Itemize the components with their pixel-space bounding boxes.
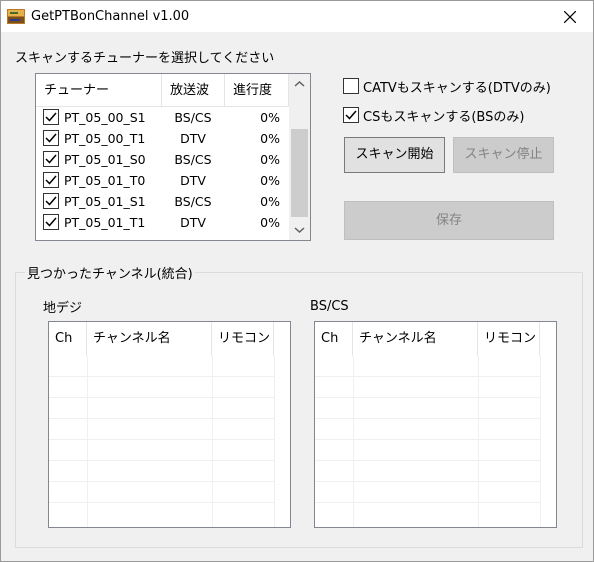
close-button[interactable]	[547, 1, 593, 32]
scroll-thumb[interactable]	[291, 129, 308, 217]
scroll-up-button[interactable]	[289, 74, 310, 95]
tuner-list[interactable]: チューナー 放送波 進行度 PT_05_00_S1 BS/CS 0% PT_05…	[35, 73, 311, 241]
tuner-name: PT_05_01_T1	[64, 215, 146, 230]
tuner-row[interactable]: PT_05_00_T1 DTV 0%	[36, 128, 289, 149]
grid-row-line	[315, 460, 540, 461]
grid-row-line	[315, 481, 540, 482]
grid-col-line	[212, 356, 213, 527]
grid-row-line	[49, 502, 274, 503]
tuner-checkbox[interactable]	[43, 130, 59, 146]
tuner-progress: 0%	[260, 215, 280, 230]
found-channels-label: 見つかったチャンネル(統合)	[25, 263, 195, 282]
terrestrial-list-header: Ch チャンネル名 リモコン	[49, 322, 290, 356]
tuner-section-label: スキャンするチューナーを選択してください	[15, 51, 275, 66]
tuner-progress: 0%	[260, 131, 280, 146]
tuner-name: PT_05_01_S0	[64, 152, 146, 167]
terrestrial-channel-list[interactable]: Ch チャンネル名 リモコン	[48, 321, 291, 528]
chevron-down-icon	[294, 227, 305, 234]
save-button[interactable]: 保存	[344, 201, 554, 240]
grid-row-line	[49, 376, 274, 377]
grid-row-line	[315, 502, 540, 503]
tuner-progress: 0%	[260, 194, 280, 209]
bscs-channel-list[interactable]: Ch チャンネル名 リモコン	[314, 321, 557, 528]
scroll-down-button[interactable]	[289, 219, 310, 240]
grid-row-line	[49, 418, 274, 419]
tuner-row[interactable]: PT_05_01_S1 BS/CS 0%	[36, 191, 289, 212]
tuner-row[interactable]: PT_05_00_S1 BS/CS 0%	[36, 107, 289, 128]
grid-col-line	[478, 356, 479, 527]
column-header-ch[interactable]: Ch	[49, 322, 87, 356]
app-icon	[7, 8, 25, 25]
grid-col-line	[353, 356, 354, 527]
tuner-row[interactable]: PT_05_01_S0 BS/CS 0%	[36, 149, 289, 170]
window-title: GetPTBonChannel v1.00	[31, 9, 190, 24]
grid-row-line	[49, 439, 274, 440]
grid-col-line	[274, 356, 275, 527]
grid-row-line	[49, 397, 274, 398]
cs-checkbox[interactable]	[343, 107, 359, 123]
tuner-band: BS/CS	[174, 194, 212, 209]
grid-col-line	[540, 356, 541, 527]
column-header-progress[interactable]: 進行度	[225, 74, 289, 107]
bscs-list-header: Ch チャンネル名 リモコン	[315, 322, 556, 356]
tuner-progress: 0%	[260, 110, 280, 125]
grid-row-line	[315, 439, 540, 440]
column-header-ch[interactable]: Ch	[315, 322, 353, 356]
bscs-label: BS/CS	[310, 299, 349, 314]
tuner-band: BS/CS	[174, 110, 212, 125]
scan-start-button[interactable]: スキャン開始	[344, 137, 445, 173]
tuner-list-header: チューナー 放送波 進行度	[36, 74, 289, 107]
tuner-band: BS/CS	[174, 152, 212, 167]
terrestrial-label: 地デジ	[43, 301, 83, 316]
cs-scan-option[interactable]: CSもスキャンする(BSのみ)	[343, 107, 573, 125]
column-header-remote[interactable]: リモコン	[478, 322, 540, 356]
column-header-remote[interactable]: リモコン	[212, 322, 274, 356]
tuner-progress: 0%	[260, 173, 280, 188]
grid-row-line	[49, 460, 274, 461]
grid-row-line	[315, 397, 540, 398]
catv-checkbox[interactable]	[343, 78, 359, 94]
tuner-checkbox[interactable]	[43, 151, 59, 167]
catv-checkbox-label[interactable]: CATVもスキャンする(DTVのみ)	[363, 77, 551, 96]
tuner-name: PT_05_01_S1	[64, 194, 146, 209]
tuner-band: DTV	[180, 215, 206, 230]
tuner-list-scrollbar[interactable]	[289, 74, 310, 240]
tuner-band: DTV	[180, 173, 206, 188]
column-header-tuner[interactable]: チューナー	[36, 74, 162, 107]
chevron-up-icon	[294, 80, 305, 87]
tuner-row[interactable]: PT_05_01_T0 DTV 0%	[36, 170, 289, 191]
tuner-name: PT_05_00_S1	[64, 110, 146, 125]
tuner-checkbox[interactable]	[43, 109, 59, 125]
tuner-name: PT_05_00_T1	[64, 131, 146, 146]
cs-checkbox-label[interactable]: CSもスキャンする(BSのみ)	[363, 106, 524, 125]
grid-col-line	[87, 356, 88, 527]
column-header-band[interactable]: 放送波	[162, 74, 225, 107]
scan-stop-button[interactable]: スキャン停止	[453, 137, 554, 173]
column-header-channel-name[interactable]: チャンネル名	[87, 322, 212, 356]
grid-row-line	[315, 418, 540, 419]
title-bar[interactable]: GetPTBonChannel v1.00	[1, 1, 593, 32]
tuner-row[interactable]: PT_05_01_T1 DTV 0%	[36, 212, 289, 233]
tuner-progress: 0%	[260, 152, 280, 167]
tuner-checkbox[interactable]	[43, 193, 59, 209]
tuner-checkbox[interactable]	[43, 172, 59, 188]
app-window: GetPTBonChannel v1.00 スキャンするチューナーを選択してくだ…	[0, 0, 594, 562]
grid-row-line	[315, 376, 540, 377]
close-icon	[564, 11, 576, 23]
tuner-name: PT_05_01_T0	[64, 173, 146, 188]
column-header-channel-name[interactable]: チャンネル名	[353, 322, 478, 356]
tuner-band: DTV	[180, 131, 206, 146]
grid-row-line	[49, 481, 274, 482]
tuner-checkbox[interactable]	[43, 214, 59, 230]
catv-scan-option[interactable]: CATVもスキャンする(DTVのみ)	[343, 78, 573, 96]
